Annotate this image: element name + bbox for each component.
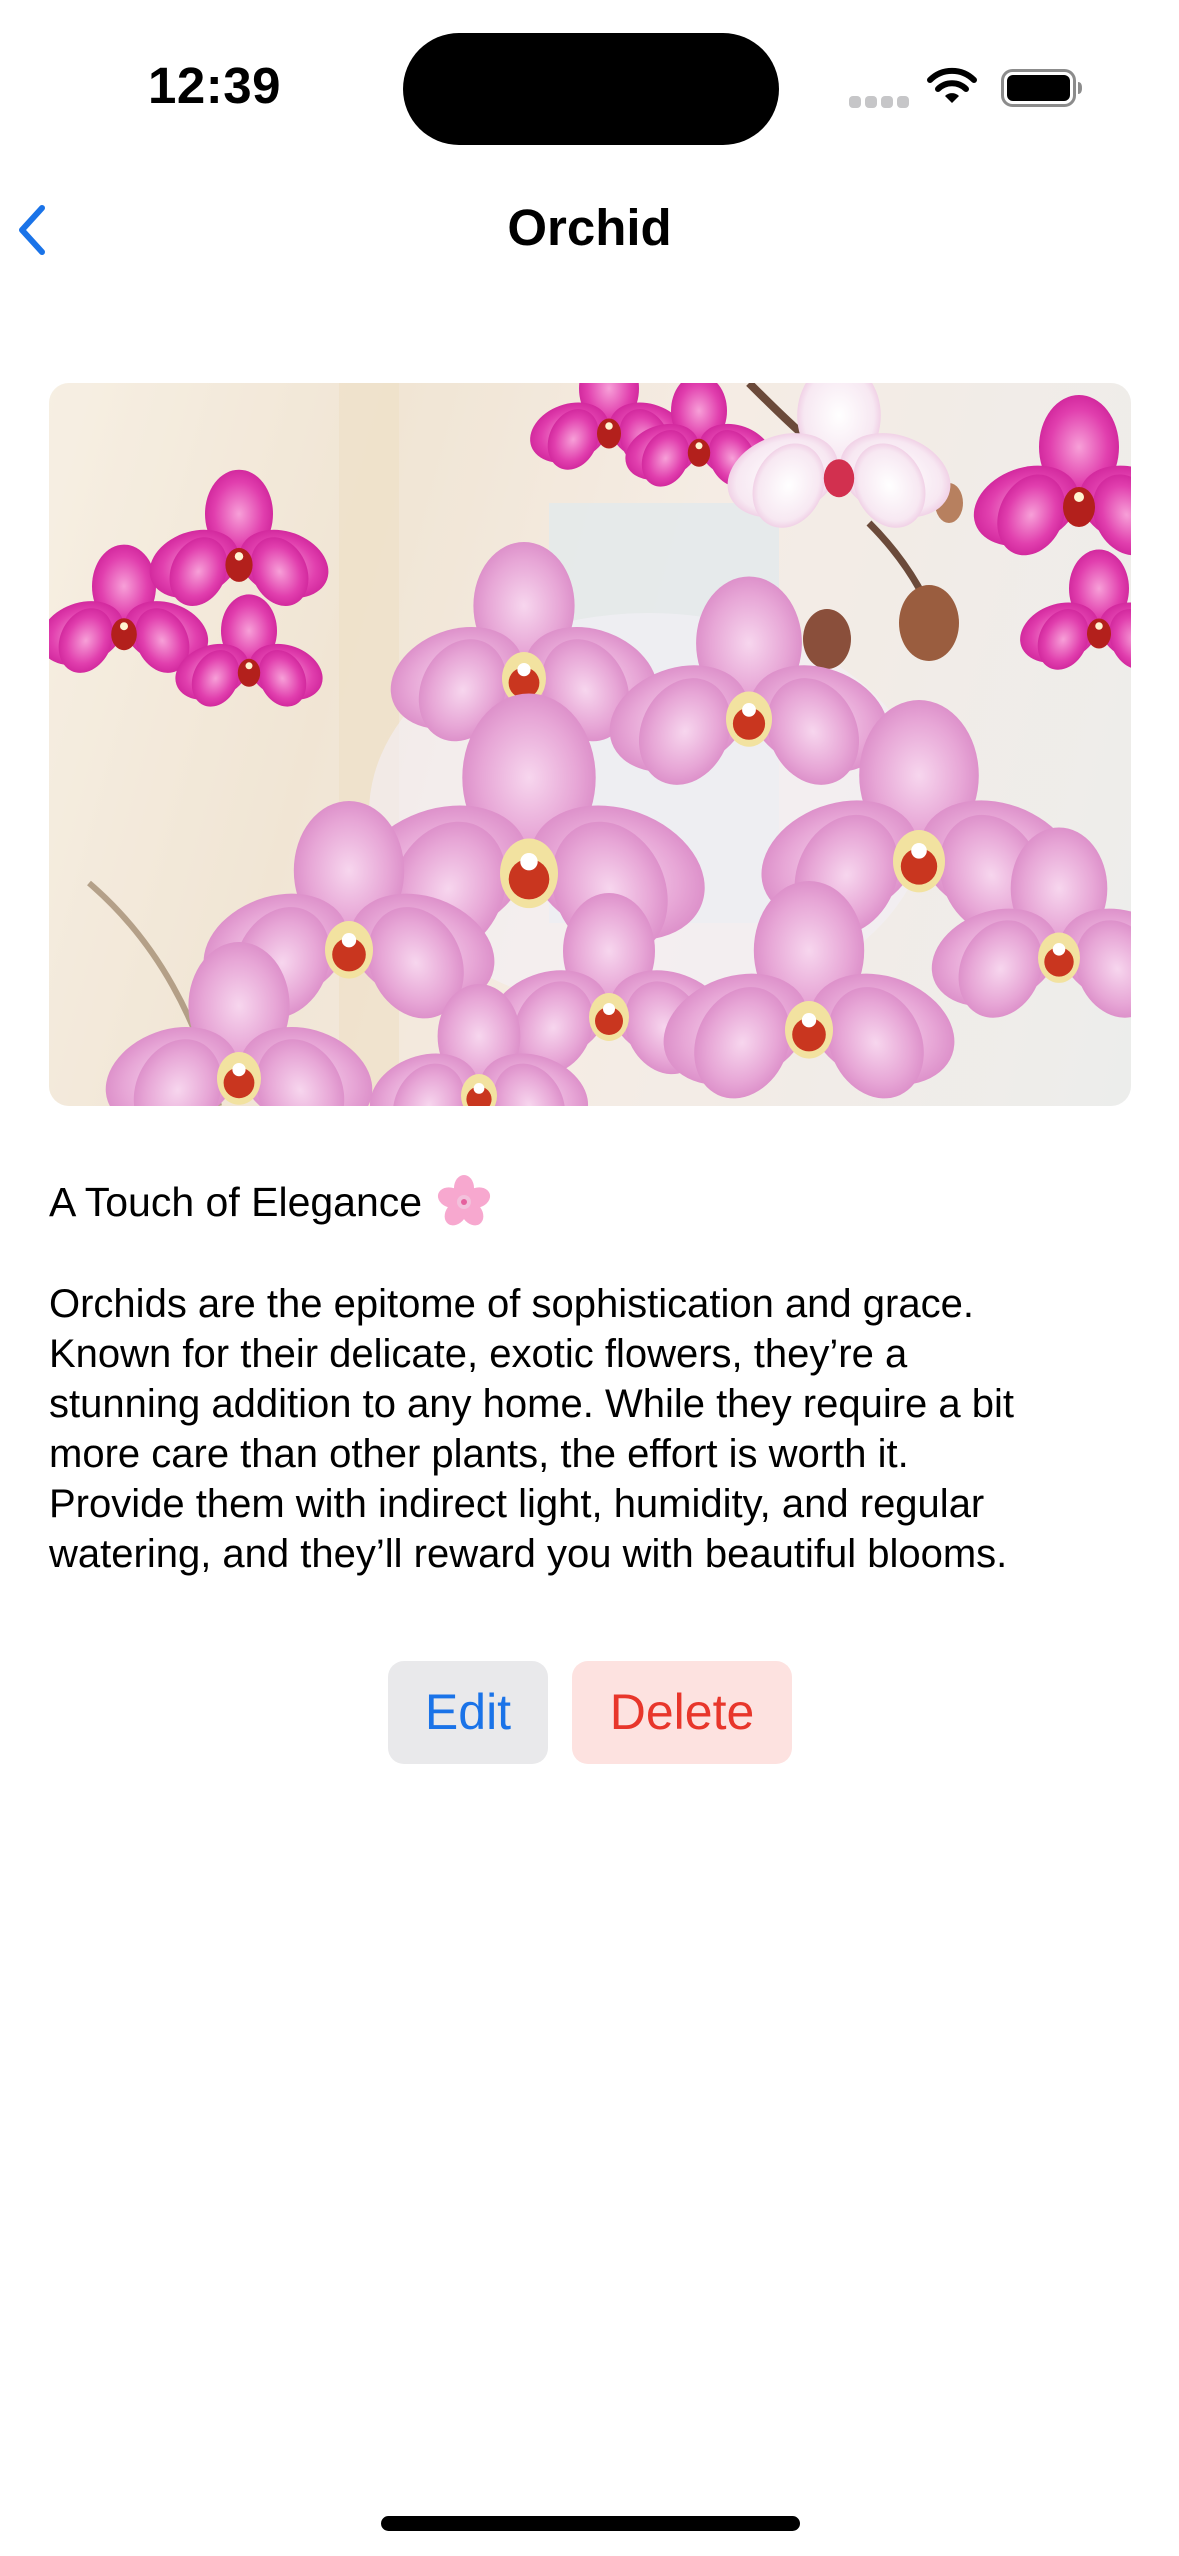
page-title: Orchid xyxy=(507,199,672,256)
home-indicator[interactable] xyxy=(381,2516,800,2531)
wifi-icon xyxy=(927,67,977,103)
status-time: 12:39 xyxy=(148,57,281,114)
edit-button[interactable]: Edit xyxy=(388,1661,548,1764)
delete-button[interactable]: Delete xyxy=(572,1661,792,1764)
headline: A Touch of Elegance xyxy=(49,1174,492,1230)
battery-icon xyxy=(1001,69,1082,107)
description-text: Orchids are the epitome of sophisticatio… xyxy=(49,1282,1015,1576)
headline-text: A Touch of Elegance xyxy=(49,1179,423,1225)
cherry-blossom-icon xyxy=(438,1175,491,1226)
orchid-photo xyxy=(49,383,1131,1106)
dynamic-island xyxy=(403,33,779,145)
cellular-signal-icon xyxy=(849,96,909,108)
